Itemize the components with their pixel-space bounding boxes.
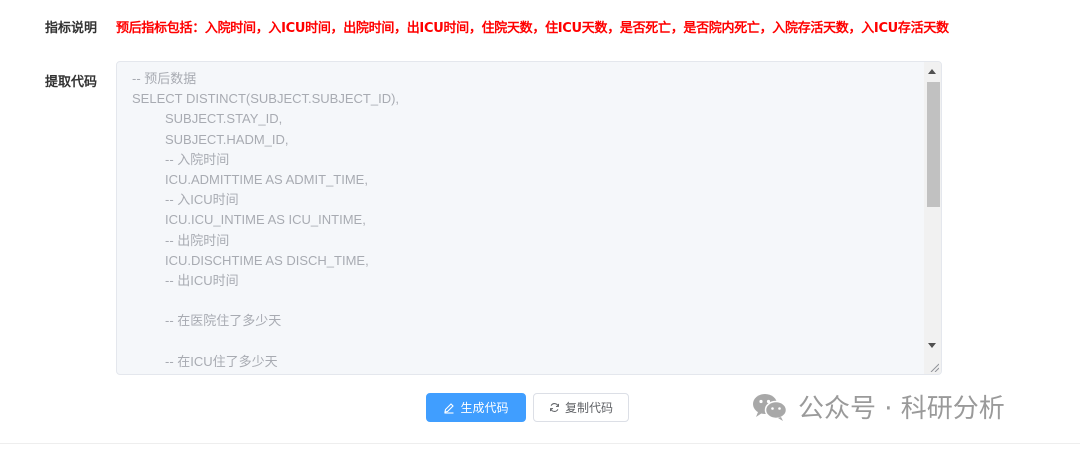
watermark-text: 公众号 · 科研分析 <box>798 394 1005 424</box>
description-text: 预后指标包括：入院时间，入ICU时间，出院时间，出ICU时间，住院天数，住ICU… <box>116 21 949 36</box>
code-line-blurred: , <box>132 291 922 311</box>
generate-code-button[interactable]: 生成代码 <box>426 393 526 422</box>
code-line: SUBJECT.STAY_ID, <box>165 111 283 127</box>
code-line: -- 预后数据 <box>132 71 197 86</box>
code-content: -- 预后数据 SELECT DISTINCT(SUBJECT.SUBJECT_… <box>132 69 922 374</box>
code-line: SUBJECT.HADM_ID, <box>165 131 289 147</box>
code-line: -- 入院时间 <box>165 151 230 167</box>
resize-handle-icon[interactable] <box>929 362 939 372</box>
refresh-icon <box>549 402 560 413</box>
code-scrollbar[interactable] <box>924 62 941 374</box>
code-line: SELECT DISTINCT(SUBJECT.SUBJECT_ID), <box>132 91 400 107</box>
description-label: 指标说明 <box>45 21 98 36</box>
code-line: -- 在医院住了多少天 <box>165 313 282 329</box>
code-line: -- 入ICU时间 <box>165 192 239 208</box>
wechat-icon <box>752 392 788 422</box>
code-line: ICU.ADMITTIME AS ADMIT_TIME, <box>165 171 368 187</box>
divider <box>0 443 1080 444</box>
copy-code-button[interactable]: 复制代码 <box>533 393 629 422</box>
code-line: -- 出院时间 <box>165 232 230 248</box>
code-line-blurred <box>132 372 922 374</box>
scroll-thumb[interactable] <box>927 82 940 207</box>
code-line: -- 在ICU住了多少天 <box>165 353 278 369</box>
code-line: ICU.ICU_INTIME AS ICU_INTIME, <box>165 212 366 228</box>
pencil-icon <box>443 402 455 414</box>
code-line-blurred: Y, <box>132 331 922 351</box>
code-label: 提取代码 <box>45 75 98 90</box>
copy-code-label: 复制代码 <box>564 401 613 415</box>
watermark: 公众号 · 科研分析 <box>752 388 1005 425</box>
generate-code-label: 生成代码 <box>460 401 509 415</box>
code-line: -- 出ICU时间 <box>165 272 239 288</box>
scroll-up-arrow-icon[interactable] <box>928 69 936 74</box>
code-textarea[interactable]: -- 预后数据 SELECT DISTINCT(SUBJECT.SUBJECT_… <box>116 61 942 375</box>
scroll-down-arrow-icon[interactable] <box>928 343 936 348</box>
code-line: ICU.DISCHTIME AS DISCH_TIME, <box>165 252 369 268</box>
